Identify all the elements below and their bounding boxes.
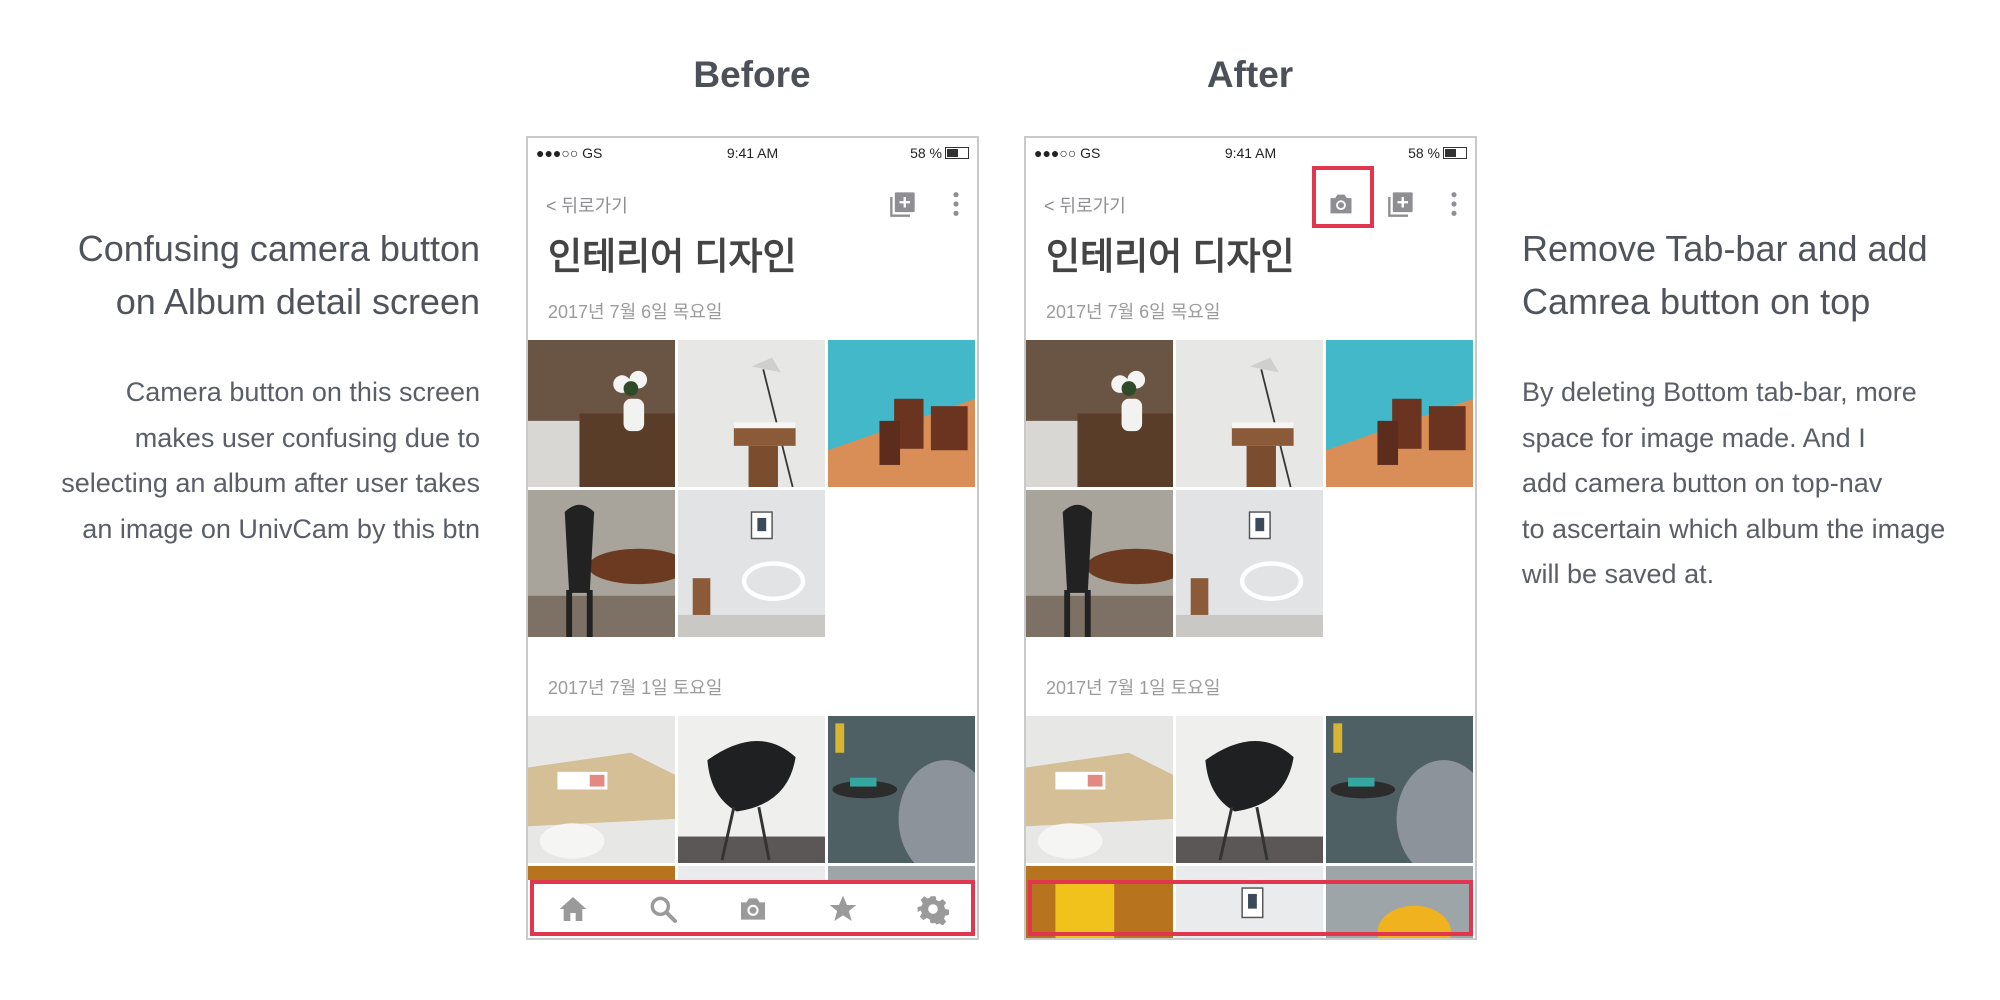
photo-thumbnail[interactable] [1326,340,1473,487]
battery-percent: 58 % [910,145,942,161]
battery-icon [945,147,969,159]
right-note-body: By deleting Bottom tab-bar, more space f… [1522,370,2000,598]
status-bar: ●●●○○ GS 9:41 AM 58 % [528,138,977,166]
left-title-line: Confusing camera button [77,228,480,269]
photo-thumbnail[interactable] [1176,490,1323,637]
more-icon[interactable] [1440,190,1468,218]
date-header: 2017년 7월 1일 토요일 [548,678,723,698]
photo-thumbnail[interactable] [1026,716,1173,863]
after-phone-screen: ●●●○○ GS 9:41 AM 58 % < 뒤로가기 인테리어 디자인 20… [1024,136,1477,940]
right-body-line: By deleting Bottom tab-bar, more [1522,377,1917,407]
photo-thumbnail[interactable] [678,340,825,487]
left-note-body: Camera button on this screen makes user … [0,370,480,552]
top-nav: < 뒤로가기 [1026,182,1475,226]
before-phone-screen: ●●●○○ GS 9:41 AM 58 % < 뒤로가기 인테리어 디자인 20… [526,136,979,940]
photo-thumbnail[interactable] [1176,716,1323,863]
right-body-line: will be saved at. [1522,559,1715,589]
left-body-line: Camera button on this screen [125,377,480,407]
photo-thumbnail[interactable] [1176,340,1323,487]
left-body-line: selecting an album after user takes [61,468,480,498]
more-icon[interactable] [942,190,970,218]
back-button[interactable]: < 뒤로가기 [546,192,628,218]
camera-button-highlight-box [1312,166,1374,228]
album-title: 인테리어 디자인 [548,236,797,277]
photo-thumbnail[interactable] [528,716,675,863]
right-body-line: space for image made. And I [1522,422,1866,453]
image-area-highlight-box [1028,880,1473,936]
status-bar: ●●●○○ GS 9:41 AM 58 % [1026,138,1475,166]
date-header: 2017년 7월 6일 목요일 [548,302,723,322]
date-header: 2017년 7월 1일 토요일 [1046,678,1221,698]
right-title-line: Camrea button on top [1522,281,1871,322]
photo-thumbnail[interactable] [828,340,975,487]
left-note-title: Confusing camera button on Album detail … [0,222,480,328]
left-title-line: on Album detail screen [115,281,480,322]
battery-status: 58 % [1408,145,1467,161]
album-title: 인테리어 디자인 [1046,236,1295,277]
right-body-line: add camera button on top-nav [1522,468,1883,498]
add-photo-icon[interactable] [889,190,917,218]
photo-thumbnail[interactable] [528,490,675,637]
battery-percent: 58 % [1408,145,1440,161]
battery-status: 58 % [910,145,969,161]
photo-thumbnail[interactable] [528,340,675,487]
after-heading: After [1206,54,1294,95]
photo-thumbnail[interactable] [828,716,975,863]
left-body-line: an image on UnivCam by this btn [82,513,480,544]
tabbar-highlight-box [530,880,975,936]
before-heading: Before [693,54,811,95]
top-nav: < 뒤로가기 [528,182,977,226]
right-note-title: Remove Tab-bar and add Camrea button on … [1522,222,2000,328]
photo-thumbnail[interactable] [1026,340,1173,487]
battery-icon [1443,147,1467,159]
back-button[interactable]: < 뒤로가기 [1044,192,1126,218]
right-title-line: Remove Tab-bar and add [1522,228,1928,269]
date-header: 2017년 7월 6일 목요일 [1046,302,1221,322]
photo-thumbnail[interactable] [678,716,825,863]
left-body-line: makes user confusing due to [134,422,480,453]
photo-thumbnail[interactable] [678,490,825,637]
right-body-line: to ascertain which album the image [1522,513,1946,544]
add-photo-icon[interactable] [1387,190,1415,218]
photo-thumbnail[interactable] [1326,716,1473,863]
photo-thumbnail[interactable] [1026,490,1173,637]
